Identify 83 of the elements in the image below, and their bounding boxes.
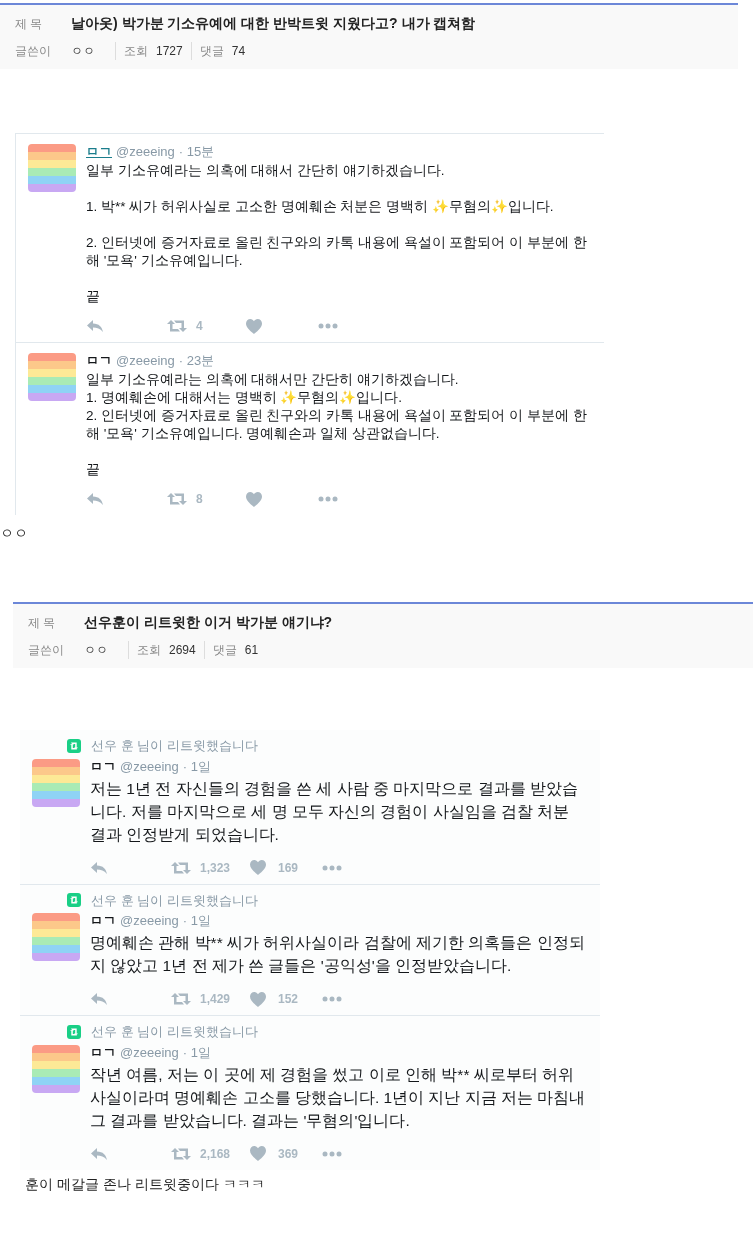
retweet-icon[interactable] [166,492,188,506]
tweet-text: 일부 기소유예라는 의혹에 대해서 간단히 얘기하겠습니다. [86,162,446,180]
title-label: 제 목 [15,15,44,33]
more-icon[interactable] [318,323,338,329]
retweet-context: 선우 훈 님이 리트윗했습니다 [91,891,258,910]
like-count: 369 [278,1145,299,1163]
title-label: 제 목 [28,614,57,632]
tweet-text: 작년 여름, 저는 이 곳에 제 경험을 썼고 이로 인해 박** 씨로부터 허위사실이라며 명예훼손 고소를 당했습니다. 1년이 지난 지금 저는 마침내 그 결과를 받았습니다. 결과는 '무혐의'입니다. [90,1064,587,1131]
retweet-count: 1,323 [200,859,231,877]
retweet-icon[interactable] [170,1146,192,1161]
views-label: 조회 [115,42,148,60]
retweet-icon[interactable] [170,992,192,1006]
more-icon[interactable] [322,864,342,871]
reply-icon[interactable] [90,992,108,1006]
views-label: 조회 [128,641,161,659]
avatar[interactable] [28,353,76,401]
author-name: ㅇㅇ [71,43,95,60]
tweet-time[interactable]: · 1일 [182,913,211,929]
tweet-text: 끝 [86,288,101,306]
user-handle[interactable]: @zeeeing [120,758,179,775]
user-handle[interactable]: @zeeeing [120,1044,179,1061]
tweet-text: 저는 1년 전 자신들의 경험을 쓴 세 사람 중 마지막으로 결과를 받았습니다. 저를 마지막으로 세 명 모두 자신의 경험이 사실임을 검찰 처분 결과 인정받게 되었습니다. [90,778,579,845]
tweet-text: 2. 인터넷에 증거자료로 올린 친구와의 카톡 내용에 욕설이 포함되어 이 부분에 한해 '모욕' 기소유예입니다. [86,234,588,270]
user-handle[interactable]: @zeeeing [116,144,175,160]
retweet-icon [67,1024,81,1039]
user-handle[interactable]: @zeeeing [120,913,179,929]
user-name[interactable]: ㅁㄱ [90,758,116,775]
tweet-time[interactable]: · 23분 [178,353,215,369]
user-handle[interactable]: @zeeeing [116,353,175,369]
more-icon[interactable] [322,1150,342,1157]
post-title: 선우훈이 리트윗한 이거 박가분 얘기냐? [84,613,333,632]
view-count: 2694 [169,642,196,659]
user-name[interactable]: ㅁㄱ [86,144,112,160]
retweet-context: 선우 훈 님이 리트윗했습니다 [91,737,258,755]
retweet-icon [67,893,81,908]
more-icon[interactable] [318,496,338,502]
author-name: ㅇㅇ [84,642,108,659]
tweet-time[interactable]: · 15분 [178,144,215,160]
like-count: 169 [278,859,299,877]
avatar[interactable] [28,144,76,192]
author-label: 글쓴이 [28,642,65,659]
comments-label: 댓글 [190,42,224,60]
tweet-text: 끝 [86,461,101,479]
heart-icon[interactable] [246,491,262,507]
comment-count: 74 [231,43,246,60]
caption-text: 훈이 메갈글 존나 리트윗중이다 ㅋㅋㅋ [25,1174,266,1194]
comments-label: 댓글 [203,641,237,659]
retweet-icon [67,738,81,753]
reply-icon[interactable] [90,860,108,875]
more-icon[interactable] [322,996,342,1002]
retweet-icon[interactable] [166,319,188,333]
reply-icon[interactable] [90,1146,108,1161]
heart-icon[interactable] [246,318,262,334]
view-count: 1727 [156,43,183,60]
comment-count: 61 [244,642,259,659]
user-name[interactable]: ㅁㄱ [90,913,116,929]
retweet-count: 1,429 [200,991,231,1008]
tweet-time[interactable]: · 1일 [182,758,211,775]
tweet-text: 일부 기소유예라는 의혹에 대해서만 간단히 얘기하겠습니다. [86,371,460,389]
user-name[interactable]: ㅁㄱ [86,353,112,369]
post-title: 날아옷) 박가분 기소유예에 대한 반박트윗 지웠다고? 내가 캡쳐함 [71,14,476,33]
caption-text: ㅇㅇ [0,524,29,543]
tweet-text: 명예훼손 관해 박** 씨가 허위사실이라 검찰에 제기한 의혹들은 인정되지 않았고 1년 전 제가 쓴 글들은 '공익성'을 인정받았습니다. [90,933,586,976]
retweet-count: 4 [196,318,203,335]
user-name[interactable]: ㅁㄱ [90,1044,116,1061]
avatar[interactable] [32,913,80,961]
like-count: 152 [278,991,299,1008]
avatar[interactable] [32,758,80,807]
heart-icon[interactable] [250,991,266,1007]
reply-icon[interactable] [86,492,104,506]
retweet-count: 2,168 [200,1145,231,1163]
heart-icon[interactable] [250,860,266,875]
retweet-icon[interactable] [170,860,192,875]
retweet-context: 선우 훈 님이 리트윗했습니다 [91,1023,258,1041]
retweet-count: 8 [196,491,203,508]
tweet-text: 1. 명예훼손에 대해서는 명백히 ✨무혐의✨입니다. [86,389,403,407]
tweet-text: 2. 인터넷에 증거자료로 올린 친구와의 카톡 내용에 욕설이 포함되어 이 부분에 한해 '모욕' 기소유예입니다. 명예훼손과 일체 상관없습니다. [86,407,588,443]
reply-icon[interactable] [86,319,104,333]
tweet-time[interactable]: · 1일 [182,1044,211,1061]
heart-icon[interactable] [250,1146,266,1161]
tweet-text: 1. 박** 씨가 허위사실로 고소한 명예훼손 처분은 명백히 ✨무혐의✨입니다. [86,198,555,216]
author-label: 글쓴이 [15,43,52,60]
avatar[interactable] [32,1044,80,1093]
